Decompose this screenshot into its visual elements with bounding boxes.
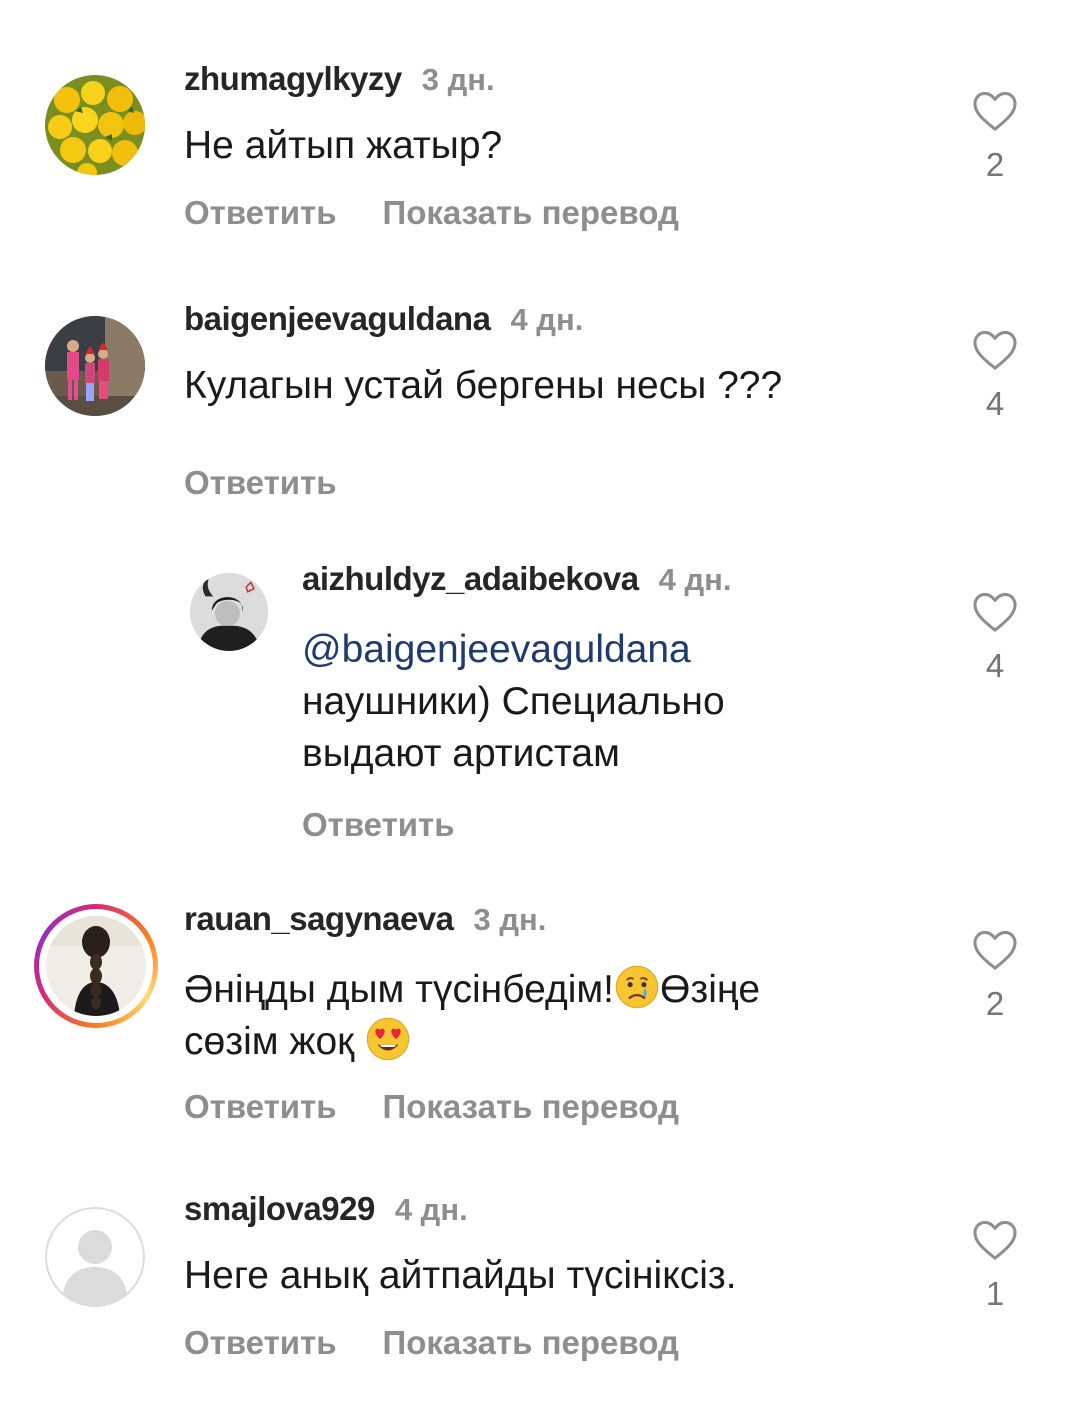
- heart-icon[interactable]: [972, 90, 1018, 132]
- comment-text: сөзім жоқ: [184, 1020, 355, 1063]
- comment-text: Әніңды дым түсінбедім!: [184, 968, 615, 1011]
- show-translation-button[interactable]: Показать перевод: [383, 1088, 679, 1126]
- comment-text: наушники) Специально: [302, 680, 725, 723]
- like-count: 4: [985, 647, 1005, 684]
- heart-eyes-emoji: [365, 1016, 411, 1062]
- heart-icon[interactable]: [972, 591, 1018, 633]
- avatar[interactable]: [46, 916, 146, 1016]
- show-translation-button[interactable]: Показать перевод: [383, 1324, 679, 1362]
- reply-button[interactable]: Ответить: [184, 1324, 337, 1362]
- comment-text: выдают артистам: [302, 732, 620, 775]
- comment-text: Неге анық айтпайды түсініксіз.: [184, 1254, 737, 1297]
- comment-username[interactable]: aizhuldyz_adaibekova: [302, 560, 639, 598]
- comment-username[interactable]: baigenjeevaguldana: [184, 300, 491, 338]
- reply-button[interactable]: Ответить: [184, 464, 337, 502]
- reply-button[interactable]: Ответить: [184, 194, 337, 232]
- avatar[interactable]: [45, 1207, 145, 1307]
- show-translation-button[interactable]: Показать перевод: [383, 194, 679, 232]
- comments-list: zhumagylkyzy 3 дн. Не айтып жатыр? Ответ…: [0, 0, 1080, 1405]
- like-count: 1: [985, 1275, 1005, 1312]
- heart-icon[interactable]: [972, 329, 1018, 371]
- like-count: 2: [985, 985, 1005, 1022]
- heart-icon[interactable]: [972, 1219, 1018, 1261]
- avatar[interactable]: [45, 316, 145, 416]
- avatar[interactable]: [190, 573, 268, 651]
- heart-icon[interactable]: [972, 929, 1018, 971]
- comment-username[interactable]: smajlova929: [184, 1190, 375, 1228]
- comment-time: 4 дн.: [510, 302, 584, 337]
- comment-time: 3 дн.: [473, 902, 547, 937]
- comment-time: 4 дн.: [658, 562, 732, 597]
- like-count: 4: [985, 385, 1005, 422]
- like-count: 2: [985, 146, 1005, 183]
- comment-username[interactable]: rauan_sagynaeva: [184, 900, 454, 938]
- comment-time: 4 дн.: [394, 1192, 468, 1227]
- mention-link[interactable]: @baigenjeevaguldana: [302, 624, 942, 676]
- reply-button[interactable]: Ответить: [184, 1088, 337, 1126]
- reply-button[interactable]: Ответить: [302, 806, 455, 844]
- crying-face-emoji: [614, 964, 660, 1010]
- avatar[interactable]: [45, 75, 145, 175]
- comment-time: 3 дн.: [421, 62, 495, 97]
- comment-username[interactable]: zhumagylkyzy: [184, 60, 402, 98]
- comment-text: Өзіңе: [660, 968, 761, 1011]
- comment-text: Не айтып жатыр?: [184, 124, 503, 167]
- comment-text: Кулагын устай бергены несы ???: [184, 364, 783, 407]
